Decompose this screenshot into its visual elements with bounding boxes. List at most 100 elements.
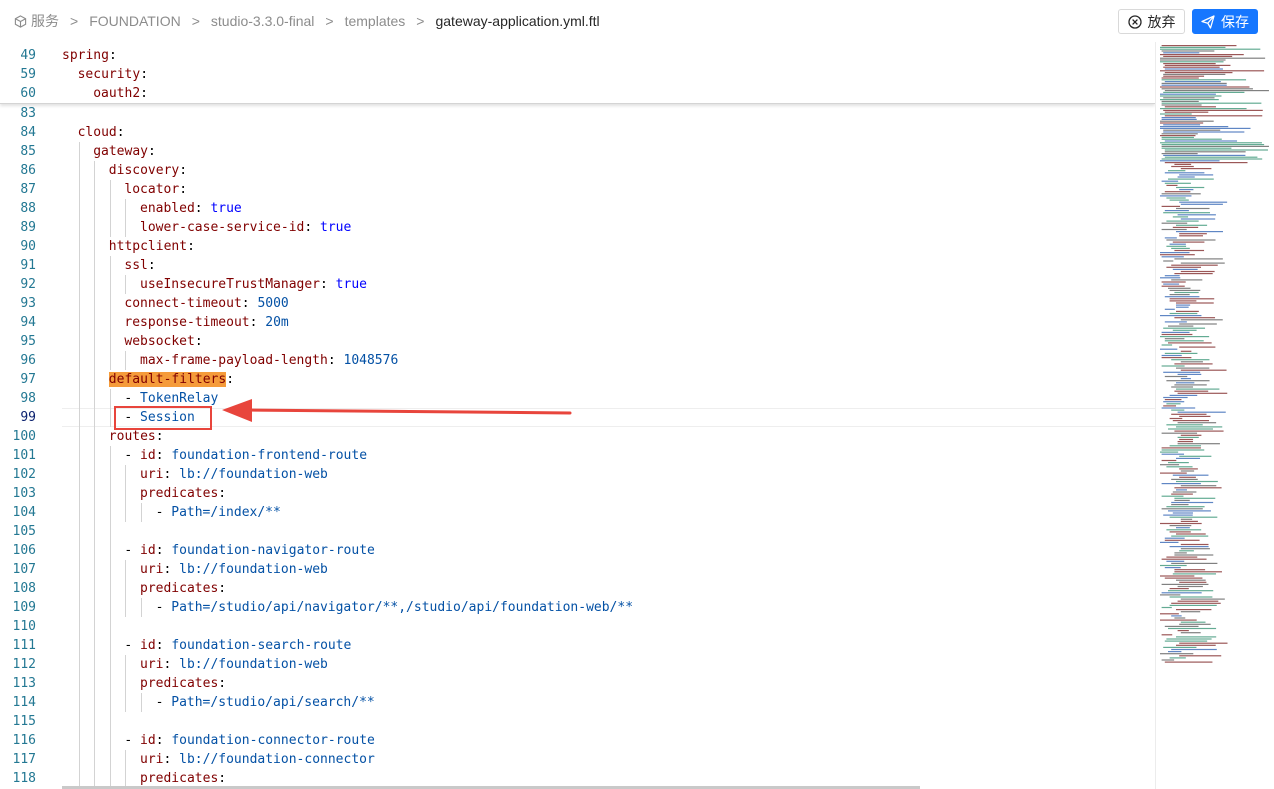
minimap-line	[1169, 516, 1218, 518]
save-button[interactable]: 保存	[1192, 9, 1258, 34]
minimap-line	[1176, 636, 1217, 638]
minimap-line	[1180, 548, 1210, 550]
minimap-line	[1177, 392, 1228, 394]
minimap-line	[1180, 543, 1209, 546]
minimap-line	[1171, 493, 1193, 495]
minimap-line	[1169, 289, 1201, 291]
minimap-line	[1176, 489, 1187, 491]
minimap-line	[1161, 180, 1179, 182]
minimap-line	[1161, 158, 1263, 160]
minimap-line	[1164, 352, 1198, 354]
minimap-line	[1169, 531, 1191, 533]
minimap-line	[1160, 564, 1187, 567]
minimap-line	[1174, 258, 1223, 260]
breadcrumb-item-service[interactable]: 服务	[31, 11, 59, 31]
minimap-line	[1174, 430, 1224, 432]
minimap-line	[1160, 613, 1179, 615]
minimap-line	[1179, 455, 1212, 457]
minimap-line	[1174, 363, 1213, 365]
minimap-line	[1161, 508, 1203, 510]
minimap-line	[1164, 640, 1208, 642]
minimap-line	[1161, 136, 1194, 138]
minimap-line	[1180, 218, 1216, 220]
minimap-line	[1169, 312, 1198, 315]
minimap-line	[1171, 386, 1194, 388]
minimap-line	[1179, 233, 1207, 235]
breadcrumb-item-current-file: gateway-application.yml.ftl	[435, 13, 600, 29]
minimap-line	[1161, 592, 1202, 594]
minimap-line	[1160, 619, 1197, 621]
minimap-line	[1176, 533, 1206, 535]
minimap-line	[1168, 428, 1213, 430]
minimap-line	[1160, 451, 1179, 453]
minimap-line	[1164, 275, 1180, 277]
minimap-line	[1171, 535, 1209, 537]
minimap-line	[1169, 525, 1192, 527]
minimap-line	[1180, 611, 1201, 613]
minimap-line	[1164, 115, 1263, 117]
minimap-line	[1179, 346, 1216, 348]
minimap-line	[1180, 378, 1191, 380]
minimap-line	[1174, 617, 1186, 619]
minimap-line	[1168, 627, 1217, 630]
breadcrumb-item-foundation[interactable]: FOUNDATION	[89, 13, 181, 29]
minimap-line	[1161, 634, 1173, 636]
minimap[interactable]	[1155, 42, 1274, 789]
minimap-line	[1171, 413, 1207, 415]
minimap-line	[1174, 552, 1187, 554]
minimap-line	[1163, 131, 1245, 133]
minimap-line	[1176, 302, 1214, 304]
minimap-line	[1160, 95, 1222, 97]
minimap-line	[1179, 174, 1214, 176]
minimap-line	[1163, 371, 1201, 373]
minimap-line	[1164, 68, 1223, 70]
minimap-line	[1164, 237, 1177, 239]
minimap-line	[1177, 436, 1199, 438]
minimap-line	[1166, 266, 1202, 268]
minimap-line	[1163, 73, 1226, 75]
minimap-line	[1164, 340, 1204, 342]
minimap-line	[1160, 195, 1192, 197]
code-editor[interactable]: 49 spring: 59 security: 60 oauth2: 83 84 cloud:…	[0, 42, 1155, 789]
minimap-line	[1161, 331, 1190, 333]
minimap-line	[1176, 388, 1220, 390]
minimap-line	[1160, 464, 1180, 466]
minimap-line	[1171, 279, 1203, 281]
minimap-line	[1180, 319, 1223, 321]
breadcrumb-item-studio[interactable]: studio-3.3.0-final	[211, 13, 315, 29]
minimap-line	[1164, 375, 1188, 378]
minimap-line	[1161, 606, 1172, 609]
minimap-line	[1163, 396, 1188, 399]
minimap-line	[1180, 434, 1202, 436]
minimap-line	[1166, 506, 1205, 508]
minimap-line	[1176, 367, 1210, 369]
minimap-line	[1161, 88, 1253, 90]
minimap-line	[1176, 480, 1218, 483]
minimap-line	[1176, 186, 1205, 189]
minimap-line	[1179, 550, 1194, 552]
discard-button[interactable]: 放弃	[1118, 9, 1185, 34]
breadcrumb-item-templates[interactable]: templates	[345, 13, 406, 29]
minimap-line	[1161, 459, 1177, 462]
minimap-line	[1160, 541, 1179, 543]
minimap-line	[1161, 79, 1247, 81]
minimap-line	[1166, 239, 1216, 241]
minimap-line	[1176, 527, 1190, 529]
minimap-line	[1176, 579, 1206, 581]
minimap-line	[1164, 90, 1269, 92]
minimap-line	[1160, 315, 1202, 317]
minimap-line	[1171, 264, 1218, 266]
minimap-line	[1174, 569, 1206, 571]
minimap-line	[1160, 46, 1226, 48]
cube-icon	[14, 14, 27, 28]
minimap-line	[1176, 609, 1212, 611]
minimap-line	[1177, 176, 1195, 178]
minimap-line	[1179, 189, 1194, 191]
minimap-line	[1164, 399, 1182, 401]
minimap-line	[1176, 207, 1210, 210]
minimap-line	[1163, 401, 1185, 403]
minimap-line	[1163, 129, 1221, 131]
minimap-line	[1164, 172, 1205, 174]
minimap-line	[1163, 66, 1220, 68]
minimap-line	[1177, 441, 1193, 443]
